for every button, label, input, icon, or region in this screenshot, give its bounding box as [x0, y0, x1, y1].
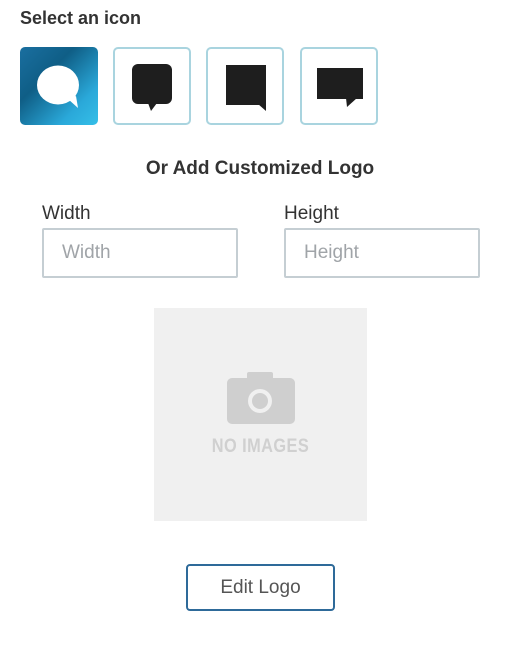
custom-logo-title: Or Add Customized Logo [145, 158, 375, 179]
no-images-label: NO IMAGES [211, 436, 310, 457]
logo-preview: NO IMAGES [154, 308, 367, 521]
icon-option-wide[interactable] [300, 47, 378, 125]
icon-option-square[interactable] [206, 47, 284, 125]
icon-options [20, 47, 380, 125]
width-input[interactable] [42, 228, 238, 278]
height-input[interactable] [284, 228, 480, 278]
chat-bubble-square-icon [226, 65, 266, 111]
icon-option-rounded-square[interactable] [113, 47, 191, 125]
chat-bubble-wide-icon [317, 68, 363, 107]
chat-bubble-rounded-square-icon [132, 64, 172, 111]
select-icon-title: Select an icon [20, 8, 142, 28]
edit-logo-button[interactable]: Edit Logo [186, 564, 335, 611]
height-label: Height [284, 203, 339, 224]
chat-bubble-round-icon [37, 65, 79, 108]
camera-icon [227, 372, 295, 424]
width-label: Width [42, 203, 91, 224]
icon-option-round[interactable] [20, 47, 98, 125]
